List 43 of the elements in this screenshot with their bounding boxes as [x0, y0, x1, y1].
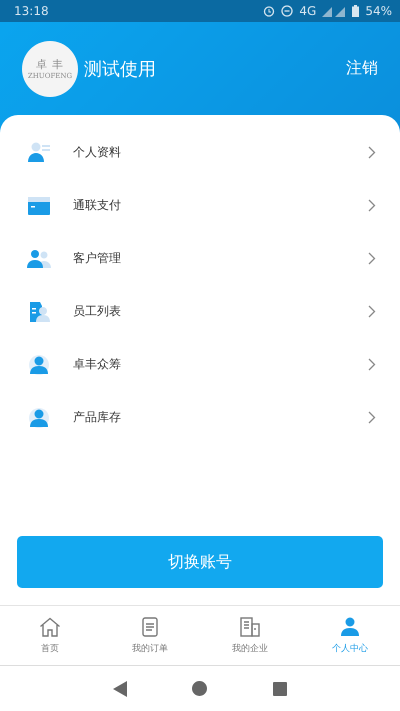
document-icon [142, 616, 158, 636]
tab[interactable]: 我的企业 [200, 606, 300, 665]
avatar-logo: 卓 丰 [36, 57, 64, 72]
menu-label: 通联支付 [73, 197, 122, 214]
recents-icon[interactable] [273, 682, 288, 696]
menu-item[interactable]: 卓丰众筹 [0, 338, 400, 391]
menu-label: 产品库存 [73, 409, 122, 426]
network-type: 4G [299, 4, 316, 18]
tab[interactable]: 首页 [0, 606, 100, 665]
building-icon [240, 616, 260, 636]
chevron-right-icon [368, 305, 376, 318]
person-icon [28, 354, 50, 374]
chevron-right-icon [368, 146, 376, 159]
signal-icon [322, 6, 346, 16]
menu-item[interactable]: 员工列表 [0, 285, 400, 338]
menu-item[interactable]: 客户管理 [0, 232, 400, 285]
people-icon [27, 250, 51, 268]
do-not-disturb-icon [281, 5, 294, 17]
user-name: 测试使用 [84, 58, 157, 80]
battery-level: 54% [365, 4, 392, 18]
home-button-icon[interactable] [192, 681, 208, 696]
back-icon[interactable] [112, 680, 127, 696]
chevron-right-icon [368, 411, 376, 424]
menu-label: 客户管理 [73, 250, 122, 267]
battery-icon [352, 5, 360, 17]
menu-label: 员工列表 [73, 303, 122, 320]
home-icon [39, 616, 61, 636]
menu-item[interactable]: 个人资料 [0, 126, 400, 179]
chevron-right-icon [368, 199, 376, 212]
card-icon [28, 196, 50, 214]
menu-item[interactable]: 通联支付 [0, 179, 400, 232]
menu-item[interactable]: 产品库存 [0, 391, 400, 444]
staff-badge-icon [28, 302, 50, 322]
menu-label: 卓丰众筹 [73, 356, 122, 373]
person-icon [28, 408, 50, 428]
menu-label: 个人资料 [73, 144, 122, 161]
tab[interactable]: 我的订单 [100, 606, 200, 665]
alarm-icon [263, 5, 276, 17]
chevron-right-icon [368, 252, 376, 265]
person-icon [340, 616, 360, 636]
contact-card-icon [27, 142, 51, 164]
clock: 13:18 [14, 4, 49, 18]
chevron-right-icon [368, 358, 376, 371]
